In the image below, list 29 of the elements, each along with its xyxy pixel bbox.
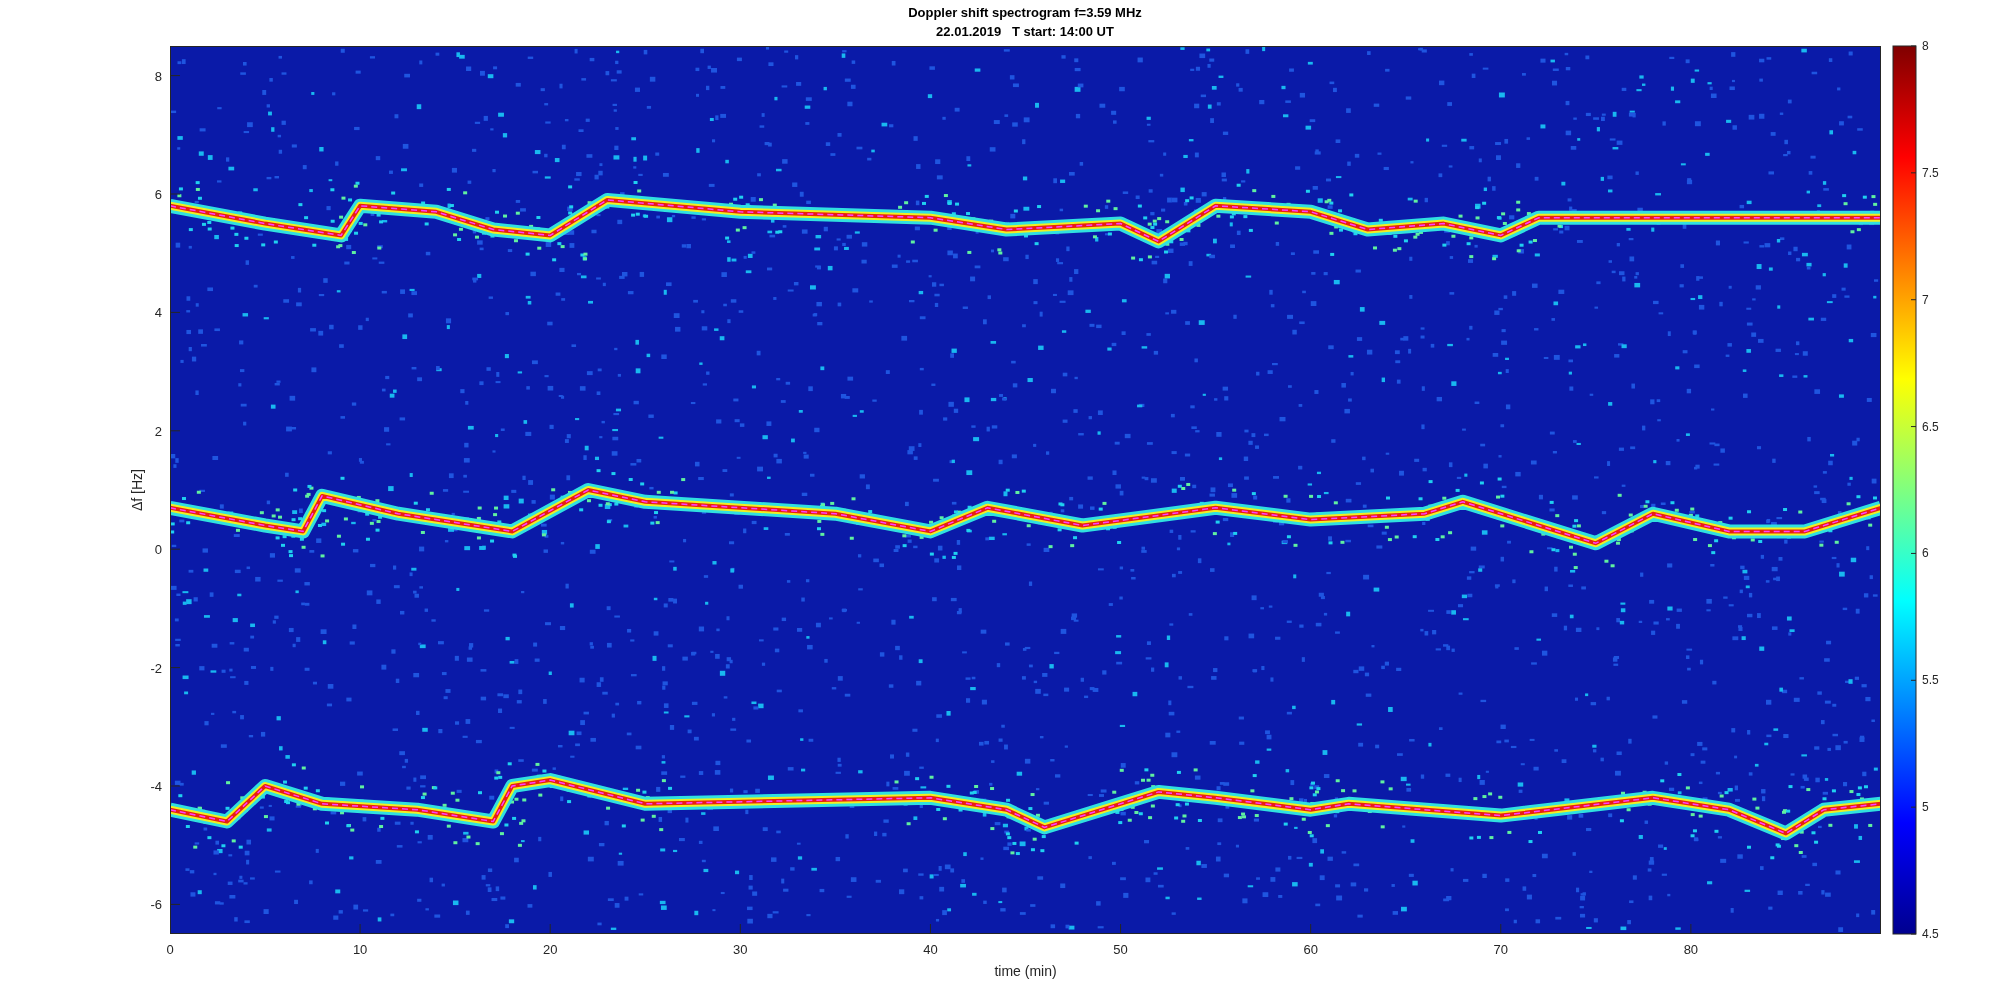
y-tick-label: 2 <box>154 423 162 439</box>
colorbar-tick-label: 7.5 <box>1922 165 1939 180</box>
x-tick-label: 30 <box>733 942 748 957</box>
y-tick-label: -2 <box>150 660 162 676</box>
x-tick-label: 50 <box>1113 942 1128 957</box>
y-tick-label: 8 <box>154 68 162 84</box>
x-axis-label: time (min) <box>994 963 1057 979</box>
y-tick-label: 0 <box>154 542 162 558</box>
y-tick-label: 4 <box>154 305 162 321</box>
x-tick-label: 20 <box>543 942 558 957</box>
x-tick-label: 10 <box>352 942 368 957</box>
colorbar-tick-label: 6 <box>1922 546 1929 561</box>
colorbar-tick-label: 5 <box>1922 800 1929 815</box>
y-tick-label: -6 <box>150 897 162 913</box>
chart-title: Doppler shift spectrogram f=3.59 MHz <box>908 5 1142 20</box>
colorbar-tick-label: 4.5 <box>1922 927 1939 941</box>
chart-subtitle: 22.01.2019 T start: 14:00 UT <box>936 24 1114 39</box>
colorbar-tick-label: 8 <box>1922 39 1929 53</box>
colorbar-tick-label: 5.5 <box>1922 673 1939 688</box>
x-tick-label: 60 <box>1303 942 1318 957</box>
x-tick-label: 0 <box>166 942 174 957</box>
y-tick-label: 6 <box>154 187 162 202</box>
y-axis-label: Δf [Hz] <box>129 469 145 511</box>
x-tick-label: 70 <box>1493 942 1508 957</box>
x-tick-label: 40 <box>923 942 938 957</box>
x-tick-label: 80 <box>1683 942 1699 957</box>
colorbar-tick-label: 6.5 <box>1922 419 1939 434</box>
y-tick-label: -4 <box>150 779 162 794</box>
colorbar-tick-label: 7 <box>1922 292 1929 307</box>
